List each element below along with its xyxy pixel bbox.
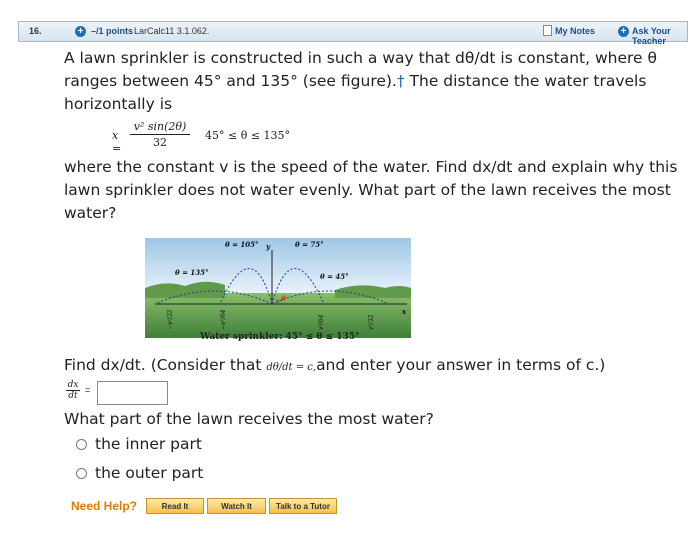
figure-caption: Water sprinkler: 45° ≤ θ ≤ 135° — [200, 332, 360, 342]
formula-condition: 45° ≤ θ ≤ 135° — [205, 129, 291, 142]
label-theta-45: θ = 45° — [320, 272, 349, 281]
part1-prompt-end: and enter your answer in terms of c.) — [316, 356, 606, 374]
label-theta-135: θ = 135° — [175, 268, 209, 277]
talk-to-tutor-button[interactable]: Talk to a Tutor — [269, 498, 337, 514]
formula-fraction: v² sin(2θ) 32 — [130, 120, 190, 149]
problem-intro: A lawn sprinkler is constructed in such … — [64, 47, 684, 116]
dx-dt-answer-input[interactable] — [97, 381, 168, 405]
option-inner-label: the inner part — [95, 435, 202, 453]
option-inner-part[interactable]: the inner part — [76, 435, 202, 453]
watch-it-button[interactable]: Watch It — [207, 498, 266, 514]
sprinkler-figure: θ = 105° θ = 75° θ = 135° θ = 45° y x θ … — [145, 238, 411, 338]
part1-prompt: Find dx/dt. (Consider that dθ/dt = c,and… — [64, 356, 605, 374]
radio-outer-part[interactable] — [76, 468, 87, 479]
formula-lhs: x = — [112, 129, 122, 155]
formula-denominator: 32 — [153, 136, 167, 149]
dt-label: dt — [68, 391, 78, 401]
part2-prompt: What part of the lawn receives the most … — [64, 410, 434, 428]
figure-footnote-link[interactable]: † — [397, 72, 405, 90]
read-it-button[interactable]: Read It — [146, 498, 204, 514]
tick-v2-64: v²/64 — [318, 314, 325, 330]
need-help-label: Need Help? — [71, 499, 138, 513]
part1-prompt-start: Find dx/dt. (Consider that — [64, 356, 267, 374]
sky-background — [145, 238, 411, 293]
tick-v2-32: v²/32 — [368, 314, 375, 330]
dx-label: dx — [66, 380, 80, 391]
tick-neg-v2-32: −v²/32 — [167, 309, 174, 330]
option-outer-part[interactable]: the outer part — [76, 464, 203, 482]
label-x: x — [401, 307, 407, 316]
formula-numerator: v² sin(2θ) — [130, 120, 190, 135]
part1-prompt-given: dθ/dt = c, — [266, 362, 317, 373]
problem-body: where the constant v is the speed of the… — [64, 158, 678, 222]
label-theta-105: θ = 105° — [225, 240, 259, 249]
dx-dt-label: dx dt — [66, 380, 80, 401]
label-theta: θ — [281, 294, 286, 303]
tick-neg-v2-64: −v²/64 — [220, 309, 227, 330]
radio-inner-part[interactable] — [76, 439, 87, 450]
equals-sign: = — [85, 385, 91, 395]
label-theta-75: θ = 75° — [295, 240, 324, 249]
option-outer-label: the outer part — [95, 464, 204, 482]
